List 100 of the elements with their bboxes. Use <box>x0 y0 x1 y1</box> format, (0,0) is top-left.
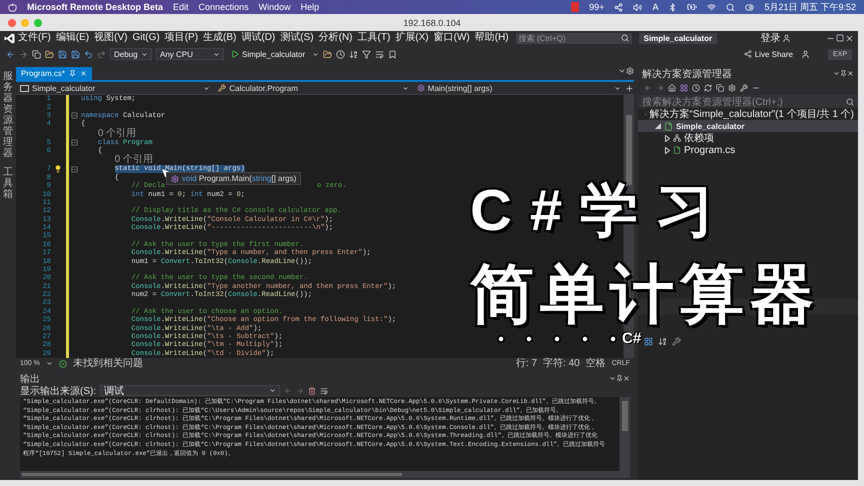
live-share-button[interactable]: Live Share <box>740 48 797 60</box>
search-field[interactable]: 搜索解决方案资源管理器(Ctrl+;) <box>638 95 858 108</box>
tree-item[interactable]: Simple_calculator <box>638 120 858 132</box>
menu-item[interactable]: 项目(P) <box>162 32 200 44</box>
filter-icon[interactable] <box>362 50 372 58</box>
input-source[interactable]: A <box>652 2 658 12</box>
folder-icon[interactable] <box>323 50 332 58</box>
caret-icon[interactable] <box>203 84 210 92</box>
reference-count[interactable]: 0 个引用 <box>98 128 136 138</box>
scrollbar[interactable] <box>20 471 630 478</box>
account-icon[interactable] <box>782 34 791 42</box>
caret-icon[interactable] <box>269 387 276 394</box>
scrollbar[interactable] <box>619 397 630 471</box>
caret-icon[interactable] <box>402 84 409 92</box>
network-status-icon[interactable] <box>614 2 624 12</box>
forward-icon[interactable] <box>19 50 28 58</box>
collapse-icon[interactable] <box>71 166 78 173</box>
caret-icon[interactable] <box>609 375 616 382</box>
menu-item[interactable]: Help <box>300 2 320 12</box>
issues-status[interactable]: 未找到相关问题 <box>72 358 143 369</box>
show-all-files-icon[interactable] <box>728 84 736 92</box>
menu-item[interactable]: 窗口(W) <box>432 32 472 44</box>
control-center-icon[interactable] <box>745 2 754 12</box>
property-pages-icon[interactable] <box>672 337 681 346</box>
open-folder-icon[interactable] <box>45 50 54 58</box>
indent-mode[interactable]: 空格 <box>586 358 606 369</box>
menu-item[interactable]: 调试(D) <box>239 32 278 44</box>
platform-dropdown[interactable]: Any CPU <box>156 48 224 60</box>
pin-icon[interactable] <box>616 375 623 382</box>
save-all-icon[interactable] <box>71 50 80 58</box>
collapsed-arrow-icon[interactable] <box>665 146 670 154</box>
search-field[interactable]: 搜索 (Ctrl+Q) <box>516 32 632 44</box>
caret-icon[interactable] <box>833 70 840 77</box>
expanded-arrow-icon[interactable] <box>655 123 661 129</box>
menu-item[interactable]: 视图(V) <box>92 32 130 44</box>
back-icon[interactable] <box>6 50 15 58</box>
collapsed-arrow-icon[interactable] <box>665 134 670 142</box>
navigation-dropdown[interactable]: Main(string[] args) <box>412 84 626 92</box>
back-icon[interactable] <box>644 84 652 92</box>
configuration-dropdown[interactable]: Debug <box>110 48 152 60</box>
caret-icon[interactable] <box>213 50 220 58</box>
bookmark-icon[interactable] <box>388 50 398 58</box>
share-icon[interactable] <box>744 50 752 58</box>
clear-icon[interactable] <box>308 386 316 394</box>
collapse-icon[interactable] <box>71 139 78 146</box>
menu-item[interactable]: Connections <box>198 2 249 12</box>
menu-item[interactable]: 帮助(H) <box>472 32 511 44</box>
alphabetical-icon[interactable] <box>658 337 667 346</box>
timer-icon[interactable] <box>336 50 346 58</box>
run-button[interactable]: Simple_calculator <box>228 48 308 60</box>
close-icon[interactable] <box>845 34 854 42</box>
play-icon[interactable] <box>231 50 239 58</box>
side-panel-tab[interactable]: 工具箱 <box>3 167 13 200</box>
split-icon[interactable] <box>625 84 634 92</box>
menu-item[interactable]: 测试(S) <box>278 32 316 44</box>
maximize-icon[interactable] <box>836 34 844 42</box>
app-menu[interactable]: Microsoft Remote Desktop Beta <box>27 2 164 12</box>
collapse-all-icon[interactable] <box>716 84 724 92</box>
collapse-icon[interactable] <box>71 112 78 120</box>
home-icon[interactable] <box>668 84 676 92</box>
categorized-icon[interactable] <box>644 337 653 346</box>
output-source-dropdown[interactable]: 调试 <box>100 385 280 396</box>
menu-item[interactable]: 文件(F) <box>16 32 53 44</box>
forward-icon[interactable] <box>656 84 664 92</box>
indent-icon[interactable] <box>375 50 384 58</box>
caret-icon[interactable] <box>312 50 320 58</box>
menu-item[interactable]: 扩展(X) <box>393 32 431 44</box>
pending-changes-icon[interactable] <box>692 84 700 92</box>
settings-icon[interactable] <box>626 67 634 75</box>
battery-icon[interactable] <box>687 2 698 12</box>
tree-item[interactable]: Program.cs <box>638 144 858 156</box>
menu-item[interactable]: 工具(T) <box>356 32 392 44</box>
notification-count[interactable]: 99+ <box>589 2 604 12</box>
menu-item[interactable]: Edit <box>173 2 189 12</box>
search-icon[interactable] <box>846 98 854 106</box>
menu-item[interactable]: 分析(N) <box>316 32 354 44</box>
sort-icon[interactable] <box>349 50 358 58</box>
switch-views-icon[interactable] <box>680 84 688 92</box>
clock[interactable]: 5月21日 周五 下午9:52 <box>764 0 856 14</box>
volume-icon[interactable] <box>633 2 642 12</box>
caret-icon[interactable] <box>141 50 148 58</box>
navigation-dropdown[interactable]: Calculator.Program <box>214 84 413 92</box>
menu-item[interactable]: 编辑(E) <box>54 32 92 44</box>
close-icon[interactable] <box>847 70 854 77</box>
caret-icon[interactable] <box>618 67 626 75</box>
lightbulb-icon[interactable] <box>54 165 62 174</box>
caret-icon[interactable] <box>614 84 622 92</box>
word-wrap-icon[interactable] <box>320 386 328 394</box>
menu-item[interactable]: 生成(B) <box>201 32 238 44</box>
tree-item[interactable]: 解决方案“Simple_calculator”(1 个项目/共 1 个) <box>638 108 858 120</box>
menu-item[interactable]: Window <box>258 2 291 12</box>
search-icon[interactable] <box>620 34 629 42</box>
redo-icon[interactable] <box>97 50 106 58</box>
bluetooth-icon[interactable] <box>668 2 678 12</box>
close-icon[interactable] <box>623 375 630 382</box>
reference-count[interactable]: 0 个引用 <box>114 155 153 166</box>
navigation-dropdown[interactable]: Simple_calculator <box>16 84 214 92</box>
feedback-icon[interactable] <box>800 50 810 58</box>
sign-in-link[interactable]: 登录 <box>760 31 781 45</box>
menu-item[interactable]: Git(G) <box>130 32 162 44</box>
